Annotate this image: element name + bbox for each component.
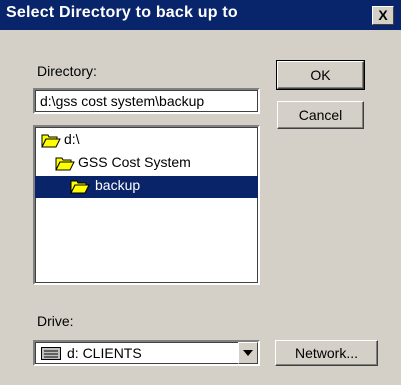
tree-item-label: d:\ (64, 131, 80, 147)
tree-item-label: GSS Cost System (78, 154, 191, 170)
title-bar[interactable]: Select Directory to back up to X (0, 0, 401, 30)
open-folder-icon (55, 157, 75, 171)
directory-input[interactable]: d:\gss cost system\backup (33, 88, 260, 114)
drive-label: Drive: (37, 313, 74, 329)
network-button-label: Network... (294, 345, 358, 361)
drive-select-value: d: CLIENTS (67, 345, 142, 361)
network-button[interactable]: Network... (275, 340, 378, 366)
dropdown-button[interactable] (238, 342, 258, 364)
cancel-button[interactable]: Cancel (277, 101, 364, 129)
directory-tree[interactable]: d:\ GSS Cost System backup (33, 125, 260, 285)
tree-item-d-root[interactable]: d:\ (39, 130, 139, 152)
ok-button-label: OK (310, 67, 331, 83)
ok-button[interactable]: OK (276, 60, 365, 90)
directory-input-value: d:\gss cost system\backup (40, 93, 205, 109)
drive-select[interactable]: d: CLIENTS (33, 340, 260, 366)
close-icon: X (378, 7, 388, 23)
cancel-button-label: Cancel (298, 107, 343, 123)
close-button[interactable]: X (372, 6, 394, 25)
chevron-down-icon (243, 350, 253, 356)
select-directory-dialog: Select Directory to back up to X Directo… (0, 0, 401, 385)
open-folder-icon (41, 134, 61, 148)
drive-icon (41, 347, 61, 360)
tree-item-label: backup (95, 177, 141, 193)
tree-item-backup[interactable]: backup (35, 176, 258, 198)
tree-item-gss-cost-system[interactable]: GSS Cost System (53, 153, 213, 175)
dialog-title: Select Directory to back up to (6, 4, 238, 21)
open-folder-icon (70, 180, 90, 194)
directory-label: Directory: (37, 63, 97, 79)
